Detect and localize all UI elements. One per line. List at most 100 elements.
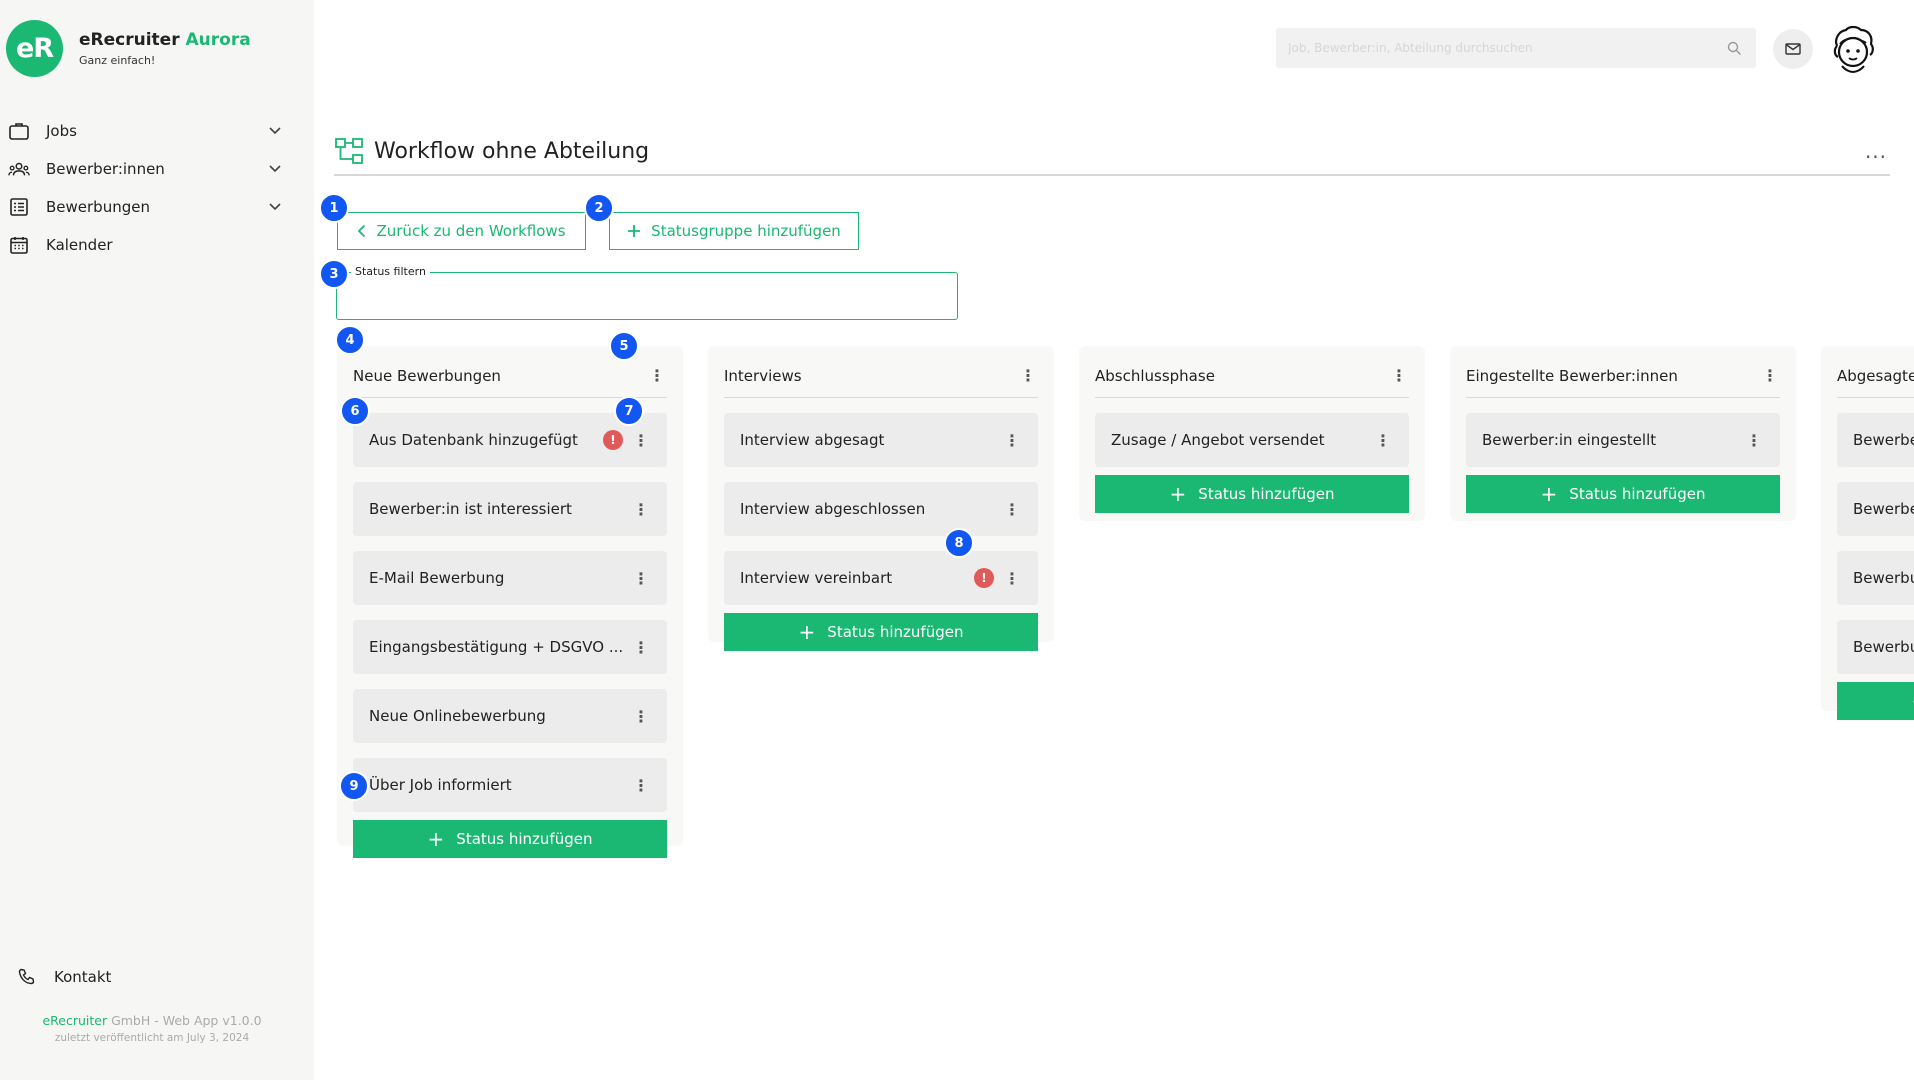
add-status-button[interactable]: + Status hinzufügen — [353, 820, 667, 858]
status-group-title: Abschlussphase — [1095, 366, 1215, 385]
plus-icon: + — [1540, 482, 1558, 506]
sidebar: eR eRecruiter Aurora Ganz einfach! Jobs … — [0, 0, 314, 1080]
sidebar-item-bewerber[interactable]: Bewerber:innen — [0, 150, 290, 188]
sidebar-item-label: Kalender — [46, 236, 113, 254]
status-label: Aus Datenbank hinzugefügt — [369, 431, 578, 449]
list-icon — [8, 196, 30, 218]
search-bar — [1276, 28, 1756, 68]
status-menu-icon[interactable]: ⋮ — [631, 566, 651, 590]
status-menu-icon[interactable]: ⋮ — [631, 428, 651, 452]
plus-icon: + — [798, 620, 816, 644]
status-group-title: Neue Bewerbungen — [353, 366, 501, 385]
plus-icon — [627, 224, 641, 238]
add-status-button[interactable]: + Status hinzufügen — [724, 613, 1038, 651]
status-filter-field: Status filtern — [336, 265, 958, 320]
status-card[interactable]: Über Job informiert ⋮ — [353, 758, 667, 812]
brand-tagline: Ganz einfach! — [79, 54, 156, 67]
status-menu-icon[interactable]: ⋮ — [1002, 428, 1022, 452]
status-menu-icon[interactable]: ⋮ — [1373, 428, 1393, 452]
back-to-workflows-label: Zurück zu den Workflows — [376, 222, 566, 240]
status-card[interactable]: Bewerbung abgelehnt ⋮ — [1837, 551, 1914, 605]
warning-icon[interactable]: ! — [974, 568, 994, 588]
briefcase-icon — [8, 120, 30, 142]
status-card[interactable]: Bewerber:in abgesagt ⋮ — [1837, 413, 1914, 467]
status-group-header: Eingestellte Bewerber:innen ⋮ — [1466, 354, 1780, 398]
status-group-menu-icon[interactable]: ⋮ — [647, 364, 667, 388]
mail-button[interactable] — [1773, 29, 1813, 69]
add-status-button[interactable]: + Status hinzufügen — [1466, 475, 1780, 513]
status-card[interactable]: Interview vereinbart ! ⋮ — [724, 551, 1038, 605]
avatar[interactable] — [1828, 24, 1878, 74]
marker-6: 6 — [340, 396, 370, 426]
status-group-menu-icon[interactable]: ⋮ — [1018, 364, 1038, 388]
brand-name-accent: Aurora — [185, 30, 251, 50]
brand[interactable]: eR eRecruiter Aurora Ganz einfach! — [6, 20, 251, 77]
status-menu-icon[interactable]: ⋮ — [631, 497, 651, 521]
sidebar-item-label: Jobs — [46, 122, 77, 140]
chevron-down-icon[interactable] — [266, 122, 284, 140]
status-menu-icon[interactable]: ⋮ — [631, 635, 651, 659]
sidebar-item-label: Bewerbungen — [46, 198, 150, 216]
sidebar-item-kalender[interactable]: Kalender — [0, 226, 290, 264]
sidebar-nav: Jobs Bewerber:innen Bewerbungen Kalender — [0, 112, 290, 264]
marker-9: 9 — [339, 771, 369, 801]
chevron-down-icon[interactable] — [266, 160, 284, 178]
status-group-column: Abgesagte Bewerber:innen ⋮ Bewerber:in a… — [1821, 346, 1914, 720]
status-group-column: Abschlussphase ⋮ Zusage / Angebot versen… — [1079, 346, 1425, 521]
status-group-menu-icon[interactable]: ⋮ — [1760, 364, 1780, 388]
status-card[interactable]: E-Mail Bewerbung ⋮ — [353, 551, 667, 605]
add-status-group-button[interactable]: Statusgruppe hinzufügen — [609, 212, 859, 250]
warning-icon[interactable]: ! — [603, 430, 623, 450]
status-group-title: Abgesagte Bewerber:innen — [1837, 366, 1914, 385]
status-label: Bewerbung zurückgezogen — [1853, 638, 1914, 656]
status-label: E-Mail Bewerbung — [369, 569, 505, 587]
status-menu-icon[interactable]: ⋮ — [1002, 566, 1022, 590]
marker-2: 2 — [584, 193, 614, 223]
footer-published: zuletzt veröffentlicht am July 3, 2024 — [54, 1032, 250, 1044]
status-card[interactable]: Bewerber:in eingestellt ⋮ — [1466, 413, 1780, 467]
add-status-label: Status hinzufügen — [1569, 485, 1706, 503]
status-group-column: Eingestellte Bewerber:innen ⋮ Bewerber:i… — [1450, 346, 1796, 521]
status-group-header: Interviews ⋮ — [724, 354, 1038, 398]
status-card[interactable]: Bewerber:in hat abgesagt ⋮ — [1837, 482, 1914, 536]
status-card[interactable]: Interview abgeschlossen ⋮ — [724, 482, 1038, 536]
status-label: Interview abgesagt — [740, 431, 885, 449]
add-status-button[interactable]: + Status hinzufügen — [1095, 475, 1409, 513]
footer-company: eRecruiter — [42, 1013, 108, 1028]
status-label: Bewerber:in ist interessiert — [369, 500, 572, 518]
status-card[interactable]: Neue Onlinebewerbung ⋮ — [353, 689, 667, 743]
sidebar-item-label: Bewerber:innen — [46, 160, 165, 178]
calendar-icon — [8, 234, 30, 256]
status-group-menu-icon[interactable]: ⋮ — [1389, 364, 1409, 388]
status-label: Über Job informiert — [369, 776, 512, 794]
status-filter-input[interactable] — [337, 273, 957, 319]
brand-logo: eR — [6, 20, 63, 77]
chevron-left-icon — [357, 224, 366, 238]
search-input[interactable] — [1288, 41, 1724, 55]
status-group-title: Interviews — [724, 366, 802, 385]
status-menu-icon[interactable]: ⋮ — [1744, 428, 1764, 452]
status-menu-icon[interactable]: ⋮ — [631, 773, 651, 797]
search-icon[interactable] — [1724, 38, 1744, 58]
status-label: Interview abgeschlossen — [740, 500, 926, 518]
status-menu-icon[interactable]: ⋮ — [1002, 497, 1022, 521]
status-card[interactable]: Zusage / Angebot versendet ⋮ — [1095, 413, 1409, 467]
page-more-menu[interactable]: ... — [1862, 139, 1890, 163]
status-menu-icon[interactable]: ⋮ — [631, 704, 651, 728]
status-card[interactable]: Bewerbung zurückgezogen ⋮ — [1837, 620, 1914, 674]
status-card[interactable]: Interview abgesagt ⋮ — [724, 413, 1038, 467]
sidebar-item-kontakt[interactable]: Kontakt — [8, 958, 111, 996]
status-card[interactable]: Bewerber:in ist interessiert ⋮ — [353, 482, 667, 536]
add-status-button[interactable]: + Status hinzufügen — [1837, 682, 1914, 720]
status-card[interactable]: Eingangsbestätigung + DSGVO ... ⋮ — [353, 620, 667, 674]
marker-7: 7 — [614, 396, 644, 426]
back-to-workflows-button[interactable]: Zurück zu den Workflows — [337, 212, 586, 250]
add-status-label: Status hinzufügen — [827, 623, 964, 641]
sidebar-item-bewerbungen[interactable]: Bewerbungen — [0, 188, 290, 226]
sidebar-item-jobs[interactable]: Jobs — [0, 112, 290, 150]
plus-icon: + — [427, 827, 445, 851]
chevron-down-icon[interactable] — [266, 198, 284, 216]
status-filter-legend: Status filtern — [351, 265, 430, 278]
brand-text: eRecruiter Aurora Ganz einfach! — [79, 30, 251, 67]
marker-4: 4 — [335, 325, 365, 355]
